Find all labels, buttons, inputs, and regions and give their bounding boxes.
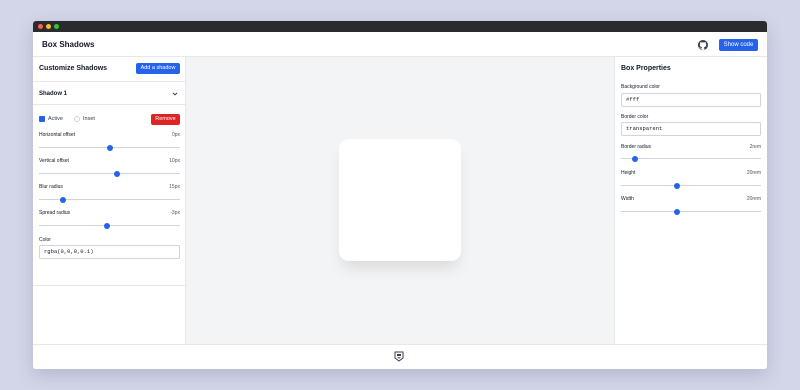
app-header: Box Shadows Show code	[33, 32, 767, 57]
height-thumb[interactable]	[674, 182, 680, 189]
width-value: 20rem	[746, 196, 761, 202]
customize-shadows-title: Customize Shadows	[39, 65, 108, 72]
app-window: Box Shadows Show code Customize Shadows …	[33, 21, 767, 369]
github-icon[interactable]	[698, 40, 708, 50]
left-panel-divider	[33, 285, 185, 286]
window-titlebar	[33, 21, 767, 32]
preview-area	[186, 57, 614, 344]
box-properties-title: Box Properties	[621, 65, 671, 72]
checkmark-icon	[39, 124, 45, 128]
width-thumb[interactable]	[674, 208, 680, 215]
chevron-down-icon	[172, 92, 178, 96]
maximize-window-dot[interactable]	[54, 24, 59, 29]
vertical-offset-slider[interactable]	[39, 170, 180, 177]
preview-box	[339, 139, 461, 261]
height-slider[interactable]	[621, 182, 761, 189]
shadow-title: Shadow 1	[39, 91, 68, 97]
horizontal-offset-thumb[interactable]	[106, 144, 113, 151]
remove-shadow-button[interactable]: Remove	[151, 114, 180, 125]
blur-radius-slider[interactable]	[39, 196, 180, 203]
horizontal-offset-slider[interactable]	[39, 144, 180, 151]
border-radius-slider[interactable]	[621, 155, 761, 162]
footer	[33, 344, 767, 369]
inset-radio[interactable]	[74, 116, 80, 122]
border-color-input[interactable]: transparent	[621, 122, 761, 136]
border-radius-thumb[interactable]	[632, 155, 638, 162]
show-code-button[interactable]: Show code	[719, 39, 758, 51]
vertical-offset-value: 10px	[169, 158, 180, 164]
inset-label: Inset	[83, 116, 95, 122]
main-area: Customize Shadows Add a shadow Shadow 1 …	[33, 57, 767, 344]
horizontal-offset-value: 0px	[171, 132, 180, 138]
border-radius-label: Border radius	[621, 144, 652, 150]
blur-radius-value: 15px	[169, 184, 180, 190]
border-color-label: Border color	[621, 114, 649, 120]
background-color-label: Background color	[621, 84, 660, 90]
close-window-dot[interactable]	[38, 24, 43, 29]
horizontal-offset-label: Horizontal offset	[39, 132, 76, 138]
logo-icon	[394, 351, 404, 362]
customize-shadows-panel: Customize Shadows Add a shadow Shadow 1 …	[33, 57, 186, 344]
shadow-accordion-header[interactable]: Shadow 1	[33, 81, 185, 105]
active-checkbox[interactable]	[39, 116, 45, 128]
app-title: Box Shadows	[42, 40, 95, 49]
spread-radius-thumb[interactable]	[104, 222, 111, 229]
blur-radius-label: Blur radius	[39, 184, 63, 190]
minimize-window-dot[interactable]	[46, 24, 51, 29]
spread-radius-label: Spread radius	[39, 210, 71, 216]
blur-radius-thumb[interactable]	[59, 196, 66, 203]
height-label: Height	[621, 170, 636, 176]
vertical-offset-thumb[interactable]	[113, 170, 120, 177]
width-label: Width	[621, 196, 634, 202]
active-label: Active	[48, 116, 63, 122]
width-slider[interactable]	[621, 208, 761, 215]
box-properties-panel: Box Properties Background color #fff Bor…	[614, 57, 767, 344]
spread-radius-value: -3px	[170, 210, 180, 216]
color-label: Color	[39, 237, 51, 243]
border-radius-value: 2rem	[749, 144, 761, 150]
height-value: 20rem	[746, 170, 761, 176]
vertical-offset-label: Vertical offset	[39, 158, 69, 164]
add-shadow-button[interactable]: Add a shadow	[136, 63, 180, 74]
shadow-color-input[interactable]: rgba(0,0,0,0.1)	[39, 245, 180, 259]
spread-radius-slider[interactable]	[39, 222, 180, 229]
background-color-input[interactable]: #fff	[621, 93, 761, 107]
